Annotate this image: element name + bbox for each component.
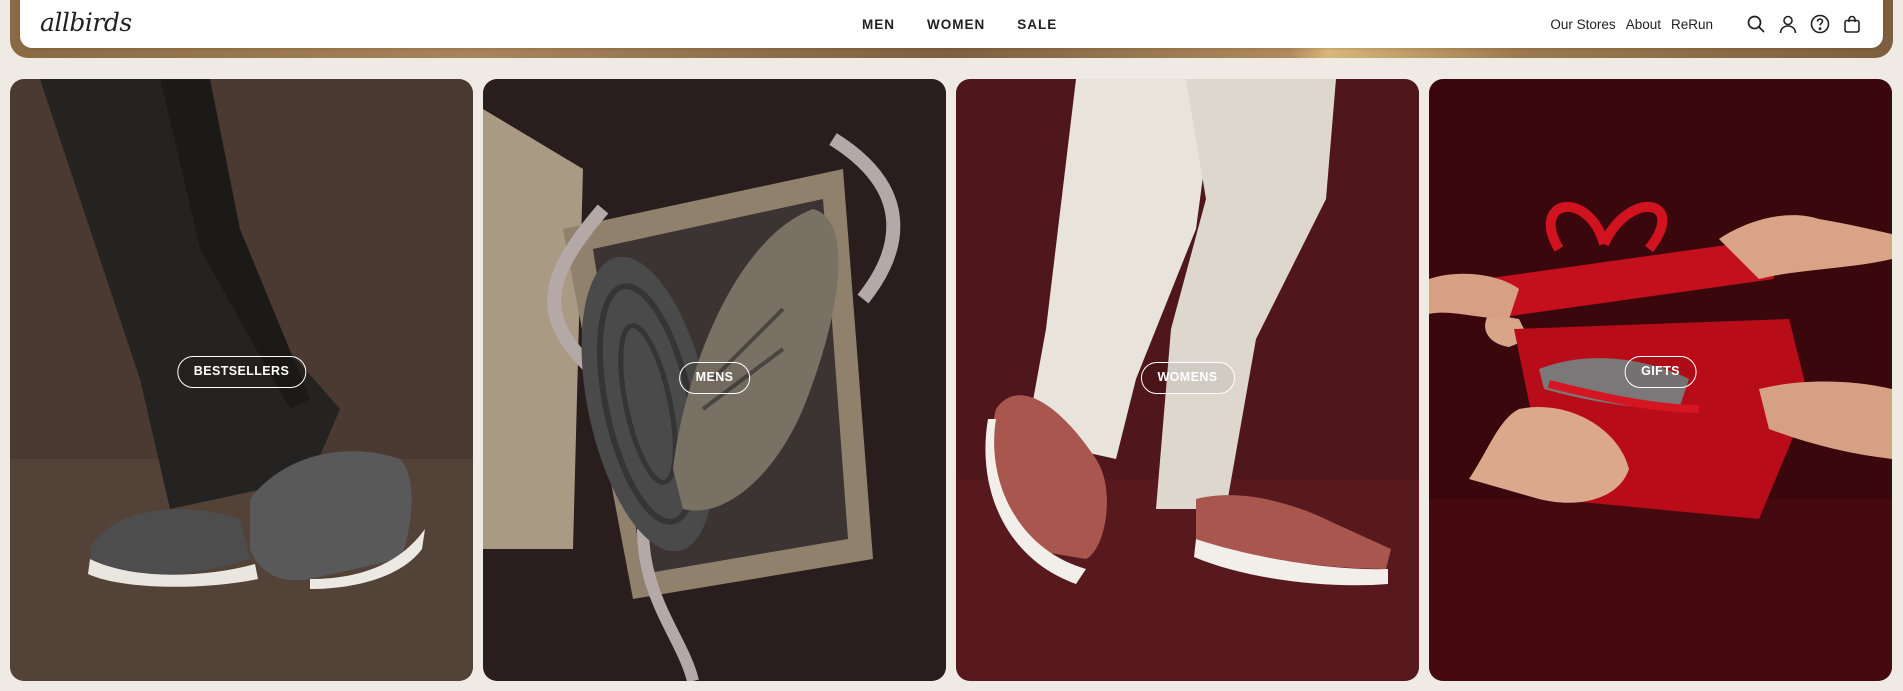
card-bestsellers[interactable]: BESTSELLERS [10,79,473,681]
gifts-button[interactable]: GIFTS [1624,356,1697,388]
utility-nav: Our Stores About ReRun [1550,0,1863,48]
main-nav: MEN WOMEN SALE [862,0,1057,48]
cart-icon[interactable] [1841,13,1863,35]
bestsellers-button[interactable]: BESTSELLERS [176,356,307,388]
account-icon[interactable] [1777,13,1799,35]
nav-women[interactable]: WOMEN [927,17,985,32]
card-gifts[interactable]: GIFTS [1429,79,1892,681]
top-navbar: allbirds MEN WOMEN SALE Our Stores About… [20,0,1883,48]
help-icon[interactable] [1809,13,1831,35]
nav-sale[interactable]: SALE [1017,17,1057,32]
mens-button[interactable]: MENS [678,362,751,394]
about-link[interactable]: About [1626,17,1661,32]
search-icon[interactable] [1745,13,1767,35]
brand-logo[interactable]: allbirds [40,8,132,38]
womens-button[interactable]: WOMENS [1140,362,1235,394]
rerun-link[interactable]: ReRun [1671,17,1713,32]
card-womens[interactable]: WOMENS [956,79,1419,681]
category-cards: BESTSELLERS MENS WOMENS GIFTS [10,79,1893,681]
our-stores-link[interactable]: Our Stores [1550,17,1615,32]
card-mens[interactable]: MENS [483,79,946,681]
nav-men[interactable]: MEN [862,17,895,32]
